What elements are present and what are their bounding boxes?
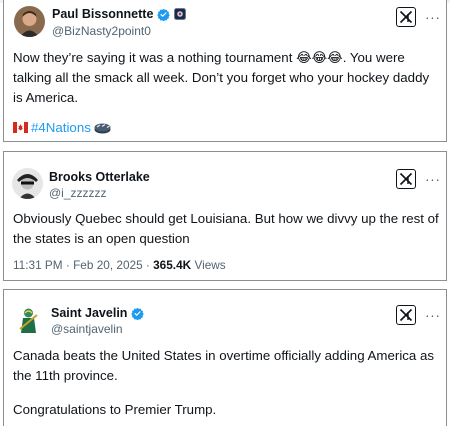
more-options-icon[interactable]: ··· <box>425 10 441 24</box>
author-name[interactable]: Saint Javelin <box>51 306 127 320</box>
square-badge-icon <box>174 8 187 20</box>
more-options-icon[interactable]: ··· <box>425 172 441 186</box>
hashtag-link[interactable]: #4Nations <box>31 120 91 135</box>
tweet-tags: #4Nations <box>13 120 111 135</box>
hockey-emoji-icon <box>94 123 111 133</box>
tweet-card-3[interactable]: Saint Javelin @saintjavelin ··· Canada b… <box>3 289 447 426</box>
avatar[interactable] <box>13 305 44 336</box>
tweet-card-1[interactable]: Paul Bissonnette @BizNasty2point0 ··· No… <box>3 0 447 142</box>
tweet-text: Canada beats the United States in overti… <box>13 348 435 383</box>
x-logo-icon[interactable] <box>396 305 416 325</box>
tweet-meta: 11:31 PM · Feb 20, 2025 · 365.4K Views <box>13 258 226 272</box>
tweet-card-2[interactable]: Brooks Otterlake @i_zzzzzz ··· Obviously… <box>3 151 447 281</box>
views-label: Views <box>191 258 226 272</box>
timestamp[interactable]: 11:31 PM · Feb 20, 2025 · <box>13 258 153 272</box>
view-count: 365.4K <box>153 258 192 272</box>
avatar[interactable] <box>12 168 43 199</box>
tweet-text: Obviously Quebec should get Louisiana. B… <box>13 211 439 246</box>
x-logo-icon[interactable] <box>396 7 416 27</box>
avatar[interactable] <box>14 6 45 37</box>
verified-badge-icon <box>131 307 145 320</box>
canada-flag-icon <box>13 122 28 133</box>
author-handle[interactable]: @BizNasty2point0 <box>52 24 151 38</box>
author-handle[interactable]: @i_zzzzzz <box>49 186 107 200</box>
tweet-text-line-2: Congratulations to Premier Trump. <box>13 402 217 417</box>
verified-badge-icon <box>157 8 171 21</box>
tweet-text: Now they’re saying it was a nothing tour… <box>13 50 430 105</box>
more-options-icon[interactable]: ··· <box>425 308 441 322</box>
author-name[interactable]: Brooks Otterlake <box>49 170 150 184</box>
author-name[interactable]: Paul Bissonnette <box>52 7 153 21</box>
x-logo-icon[interactable] <box>396 169 416 189</box>
author-handle[interactable]: @saintjavelin <box>51 322 123 336</box>
